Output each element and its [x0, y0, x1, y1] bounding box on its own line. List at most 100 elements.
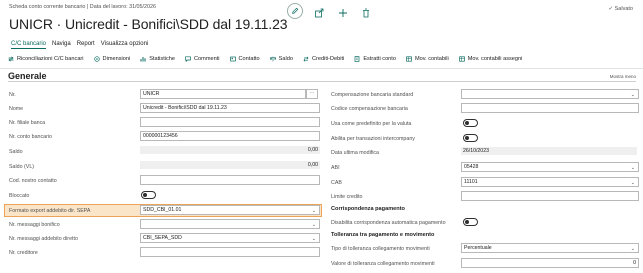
nr-msg-addebito-select[interactable]: CBI_SEPA_SDD ⌄	[140, 233, 320, 243]
tipo-tolleranza-label: Tipo di tolleranza collegamento moviment…	[331, 246, 430, 252]
action-crediti-debiti[interactable]: Crediti-Debiti	[303, 56, 344, 62]
codice-comp-field[interactable]	[461, 103, 639, 113]
cod-contatto-field[interactable]	[140, 175, 320, 185]
chevron-down-icon: ⌄	[630, 92, 635, 98]
lookup-button[interactable]: ···	[306, 89, 318, 99]
data-modifica-label: Data ultima modifica	[331, 150, 379, 156]
edit-button[interactable]	[287, 3, 303, 19]
abilita-interc-toggle[interactable]	[463, 134, 478, 142]
action-riconciliazioni[interactable]: Riconciliazioni C/C bancari	[8, 56, 84, 62]
divider	[0, 68, 643, 69]
cab-select[interactable]: 11101 ⌄	[461, 177, 639, 187]
nr-creditore-label: Nr. creditore	[9, 250, 38, 256]
action-label: Crediti-Debiti	[311, 56, 345, 62]
nr-msg-bonifico-label: Nr. messaggi bonifico	[9, 222, 60, 228]
disabilita-label: Disabilita corrispondenza automatica pag…	[331, 220, 446, 226]
chevron-down-icon: ⌄	[311, 208, 316, 214]
action-label: Mov. contabili assegni	[467, 56, 523, 62]
action-mov-contabili-assegni[interactable]: Mov. contabili assegni	[459, 56, 523, 62]
comments-icon	[185, 56, 191, 62]
delete-icon	[363, 8, 369, 18]
nome-label: Nome	[9, 106, 24, 112]
nr-msg-addebito-label: Nr. messaggi addebito diretto	[9, 236, 78, 242]
section-title: Generale	[8, 71, 47, 81]
action-label: Commenti	[194, 56, 220, 62]
abi-select[interactable]: 05428 ⌄	[461, 162, 639, 172]
cab-label: CAB	[331, 180, 342, 186]
saldo-vl-value[interactable]: 0,00	[140, 161, 320, 169]
action-label: Mov. contabili	[414, 56, 449, 62]
action-mov-contabili[interactable]: Mov. contabili	[406, 56, 449, 62]
tipo-tolleranza-value: Percentuale	[464, 245, 492, 251]
share-icon	[315, 8, 324, 18]
tolleranza-heading: Tolleranza tra pagamento e movimento	[331, 232, 435, 238]
compensazione-label: Compensazione bancaria standard	[331, 92, 414, 98]
action-estratti-conto[interactable]: Estratti conto	[354, 56, 396, 62]
chevron-down-icon: ⌄	[630, 180, 635, 186]
nr-filiale-field[interactable]	[140, 117, 320, 127]
tab-bar: C/C bancario Naviga Report Visualizza op…	[11, 41, 154, 49]
action-commenti[interactable]: Commenti	[185, 56, 220, 62]
statements-icon	[354, 56, 360, 62]
corrispondenza-heading: Corrispondenza pagamento	[331, 206, 405, 212]
valore-tolleranza-label: Valore di tolleranza collegamento movime…	[331, 261, 435, 267]
balance-icon	[269, 56, 276, 62]
action-label: Riconciliazioni C/C bancari	[17, 56, 84, 62]
valore-tolleranza-field[interactable]: 0	[461, 258, 639, 268]
bloccato-label: Bloccato	[9, 193, 30, 199]
nr-msg-bonifico-select[interactable]: ⌄	[140, 219, 320, 229]
share-button[interactable]	[314, 5, 326, 18]
chevron-down-icon: ⌄	[630, 165, 635, 171]
compensazione-select[interactable]: ⌄	[461, 89, 639, 99]
show-more-link[interactable]: Mostra meno	[610, 74, 636, 79]
check-ledger-icon	[459, 56, 465, 62]
action-label: Dimensioni	[102, 56, 131, 62]
tab-report[interactable]: Report	[77, 41, 95, 49]
nome-field[interactable]: Unicredit - Bonifici\SDD dal 19.11.23	[140, 103, 320, 113]
action-label: Contatto	[238, 56, 260, 62]
bloccato-toggle[interactable]	[141, 191, 156, 199]
action-statistiche[interactable]: Statistiche	[140, 56, 175, 62]
action-saldo[interactable]: Saldo	[269, 56, 293, 62]
ledger-icon	[406, 56, 412, 62]
tab-naviga[interactable]: Naviga	[52, 41, 71, 49]
nr-msg-addebito-value: CBI_SEPA_SDD	[143, 235, 182, 241]
delete-button[interactable]	[361, 5, 373, 18]
saldo-value[interactable]: 0,00	[140, 146, 320, 154]
action-dimensioni[interactable]: Dimensioni	[93, 56, 131, 62]
add-button[interactable]	[338, 5, 350, 17]
disabilita-toggle[interactable]	[463, 218, 478, 226]
nr-conto-field[interactable]: 000000123456	[140, 131, 320, 141]
nr-field[interactable]: UNICR	[140, 89, 306, 99]
edit-icon	[292, 7, 299, 14]
saldo-vl-label: Saldo (VL)	[9, 164, 35, 170]
chevron-down-icon: ⌄	[630, 246, 635, 252]
action-contatto[interactable]: Contatto	[229, 56, 260, 62]
formato-export-value: SDD_CBI_01.01	[143, 207, 182, 213]
statistics-icon	[140, 57, 146, 62]
reconcile-icon	[8, 56, 14, 62]
chevron-down-icon: ⌄	[311, 236, 316, 242]
chevron-down-icon: ⌄	[311, 222, 316, 228]
section-divider	[8, 81, 636, 82]
limite-credito-field[interactable]	[461, 191, 639, 201]
tab-visualizza-opzioni[interactable]: Visualizza opzioni	[101, 41, 149, 49]
cod-contatto-label: Cod. nostro contatto	[9, 178, 57, 184]
nr-label: Nr.	[9, 92, 16, 98]
dimensions-icon	[93, 56, 100, 62]
usa-predefinito-toggle[interactable]	[463, 119, 478, 127]
cab-value: 11101	[464, 179, 478, 185]
nr-creditore-field[interactable]	[140, 247, 320, 257]
formato-export-label: Formato export addebito dir. SEPA	[9, 208, 91, 214]
codice-comp-label: Codice compensazione bancaria	[331, 106, 408, 112]
tipo-tolleranza-select[interactable]: Percentuale ⌄	[461, 243, 639, 253]
abi-value: 05428	[464, 164, 479, 170]
formato-export-select[interactable]: SDD_CBI_01.01 ⌄	[140, 205, 320, 215]
saldo-label: Saldo	[9, 149, 23, 155]
breadcrumb: Scheda conto corrente bancario | Data de…	[9, 4, 157, 10]
data-modifica-value[interactable]: 26/10/2023	[461, 147, 637, 155]
contact-icon	[229, 56, 236, 62]
saved-label: Salvato	[614, 6, 633, 12]
tab-cc-bancario[interactable]: C/C bancario	[11, 41, 47, 49]
add-icon	[339, 9, 347, 17]
